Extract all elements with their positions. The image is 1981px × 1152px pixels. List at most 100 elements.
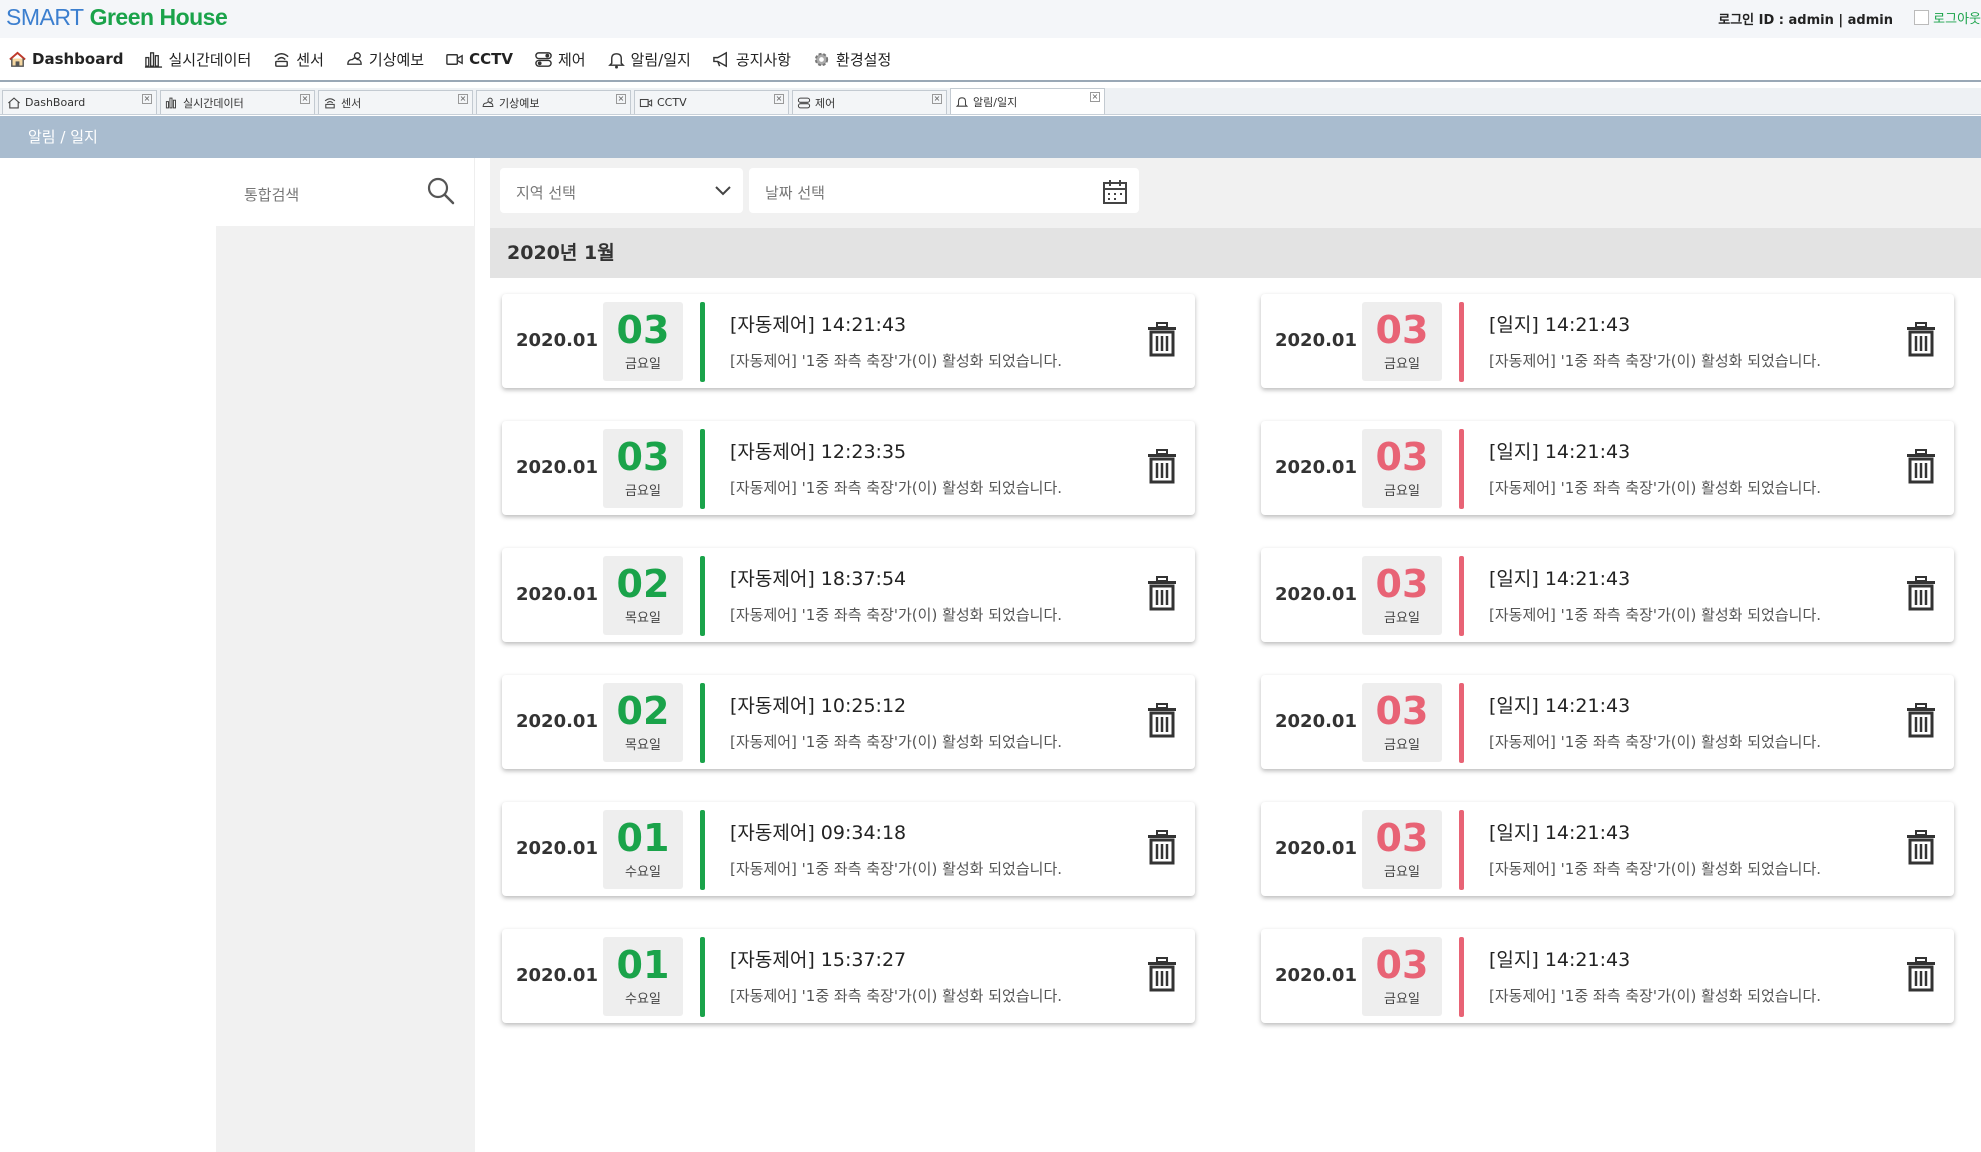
tab-realtime[interactable]: 실시간데이터 × xyxy=(160,90,315,114)
card-message: [자동제어] '1중 좌측 축장'가(이) 활성화 되었습니다. xyxy=(730,479,1063,497)
log-card[interactable]: 2020.01 03 금요일 [일지] 14:21:43 [자동제어] '1중 … xyxy=(1261,421,1954,515)
log-card[interactable]: 2020.01 03 금요일 [일지] 14:21:43 [자동제어] '1중 … xyxy=(1261,929,1954,1023)
menu-item-sensor[interactable]: 센서 xyxy=(272,49,324,70)
control-icon xyxy=(535,51,552,67)
menu-item-settings[interactable]: 환경설정 xyxy=(812,49,891,70)
menu-label: CCTV xyxy=(469,50,513,68)
card-date-box: 03 금요일 xyxy=(1362,810,1442,889)
card-accent-bar xyxy=(1459,429,1464,509)
menu-item-control[interactable]: 제어 xyxy=(534,49,586,70)
control-icon xyxy=(797,97,811,108)
trash-icon[interactable] xyxy=(1145,322,1179,358)
log-card[interactable]: 2020.01 02 목요일 [자동제어] 10:25:12 [자동제어] '1… xyxy=(502,675,1195,769)
card-weekday: 수요일 xyxy=(625,992,661,1007)
menu-item-realtime[interactable]: 실시간데이터 xyxy=(144,49,251,70)
tab-weather[interactable]: 기상예보 × xyxy=(476,90,631,114)
card-day: 03 xyxy=(1375,308,1429,352)
search-panel: 통합검색 xyxy=(216,158,475,1152)
close-icon[interactable]: × xyxy=(300,94,310,104)
bell-icon xyxy=(607,52,625,69)
menu-item-notice[interactable]: 공지사항 xyxy=(712,49,791,70)
calendar-icon[interactable] xyxy=(1101,178,1129,206)
tab-label: CCTV xyxy=(657,96,687,109)
search-icon[interactable] xyxy=(426,176,456,206)
card-accent-bar xyxy=(700,429,705,509)
card-title: [자동제어] 18:37:54 xyxy=(730,568,907,590)
card-title: [자동제어] 10:25:12 xyxy=(730,695,907,717)
menu-item-dashboard[interactable]: Dashboard xyxy=(8,50,123,69)
logout-button[interactable]: 로그아웃 xyxy=(1914,8,1981,27)
date-picker[interactable]: 날짜 선택 xyxy=(749,168,1139,213)
card-year-month: 2020.01 xyxy=(516,838,598,859)
tab-alerts[interactable]: 알림/일지 × xyxy=(950,88,1105,114)
trash-icon[interactable] xyxy=(1904,703,1938,739)
card-title: [자동제어] 14:21:43 xyxy=(730,314,907,336)
log-card[interactable]: 2020.01 03 금요일 [일지] 14:21:43 [자동제어] '1중 … xyxy=(1261,548,1954,642)
trash-icon[interactable] xyxy=(1904,322,1938,358)
tab-strip: DashBoard × 실시간데이터 × 센서 × 기상예보 × CCTV × … xyxy=(0,88,1981,115)
close-icon[interactable]: × xyxy=(142,94,152,104)
trash-icon[interactable] xyxy=(1904,830,1938,866)
card-message: [자동제어] '1중 좌측 축장'가(이) 활성화 되었습니다. xyxy=(1489,352,1822,370)
app-logo[interactable]: SMART Green House xyxy=(6,4,228,31)
card-title: [자동제어] 12:23:35 xyxy=(730,441,907,463)
trash-icon[interactable] xyxy=(1904,576,1938,612)
log-card[interactable]: 2020.01 03 금요일 [일지] 14:21:43 [자동제어] '1중 … xyxy=(1261,802,1954,896)
trash-icon[interactable] xyxy=(1904,957,1938,993)
menu-item-weather[interactable]: 기상예보 xyxy=(345,49,424,70)
trash-icon[interactable] xyxy=(1145,703,1179,739)
close-icon[interactable]: × xyxy=(1090,92,1100,102)
tab-label: 실시간데이터 xyxy=(183,96,244,110)
log-card[interactable]: 2020.01 01 수요일 [자동제어] 09:34:18 [자동제어] '1… xyxy=(502,802,1195,896)
trash-icon[interactable] xyxy=(1145,576,1179,612)
auto-control-list: 2020.01 03 금요일 [자동제어] 14:21:43 [자동제어] '1… xyxy=(502,294,1195,1056)
tab-control[interactable]: 제어 × xyxy=(792,90,947,114)
month-header: 2020년 1월 xyxy=(490,228,1981,278)
card-date-box: 02 목요일 xyxy=(603,556,683,635)
close-icon[interactable]: × xyxy=(774,94,784,104)
card-message: [자동제어] '1중 좌측 축장'가(이) 활성화 되었습니다. xyxy=(1489,479,1822,497)
close-icon[interactable]: × xyxy=(616,94,626,104)
tab-label: 센서 xyxy=(341,96,362,110)
card-title: [일지] 14:21:43 xyxy=(1489,822,1631,844)
log-card[interactable]: 2020.01 03 금요일 [자동제어] 14:21:43 [자동제어] '1… xyxy=(502,294,1195,388)
tab-dashboard[interactable]: DashBoard × xyxy=(2,90,157,114)
home-icon xyxy=(9,51,26,67)
log-card[interactable]: 2020.01 02 목요일 [자동제어] 18:37:54 [자동제어] '1… xyxy=(502,548,1195,642)
card-accent-bar xyxy=(700,683,705,763)
trash-icon[interactable] xyxy=(1145,830,1179,866)
journal-list: 2020.01 03 금요일 [일지] 14:21:43 [자동제어] '1중 … xyxy=(1261,294,1954,1056)
close-icon[interactable]: × xyxy=(458,94,468,104)
card-weekday: 목요일 xyxy=(625,611,661,626)
card-weekday: 금요일 xyxy=(1384,738,1420,753)
card-message: [자동제어] '1중 좌측 축장'가(이) 활성화 되었습니다. xyxy=(1489,860,1822,878)
bar-chart-icon xyxy=(145,51,163,68)
close-icon[interactable]: × xyxy=(932,94,942,104)
card-date-box: 03 금요일 xyxy=(1362,556,1442,635)
tab-sensor[interactable]: 센서 × xyxy=(318,90,473,114)
tab-cctv[interactable]: CCTV × xyxy=(634,90,789,114)
menu-item-alerts[interactable]: 알림/일지 xyxy=(607,49,691,70)
weather-icon xyxy=(347,51,362,65)
log-card[interactable]: 2020.01 03 금요일 [일지] 14:21:43 [자동제어] '1중 … xyxy=(1261,675,1954,769)
card-accent-bar xyxy=(700,937,705,1017)
log-card[interactable]: 2020.01 01 수요일 [자동제어] 15:37:27 [자동제어] '1… xyxy=(502,929,1195,1023)
region-select[interactable]: 지역 선택 xyxy=(500,168,743,213)
card-weekday: 금요일 xyxy=(1384,357,1420,372)
card-message: [자동제어] '1중 좌측 축장'가(이) 활성화 되었습니다. xyxy=(730,606,1063,624)
log-card[interactable]: 2020.01 03 금요일 [일지] 14:21:43 [자동제어] '1중 … xyxy=(1261,294,1954,388)
card-title: [일지] 14:21:43 xyxy=(1489,441,1631,463)
card-accent-bar xyxy=(1459,937,1464,1017)
card-date-box: 03 금요일 xyxy=(1362,937,1442,1016)
search-input[interactable]: 통합검색 xyxy=(216,158,475,226)
card-date-box: 03 금요일 xyxy=(1362,429,1442,508)
logo-smart: SMART xyxy=(6,4,84,30)
log-card[interactable]: 2020.01 03 금요일 [자동제어] 12:23:35 [자동제어] '1… xyxy=(502,421,1195,515)
search-placeholder: 통합검색 xyxy=(244,186,300,204)
bell-icon xyxy=(955,96,969,107)
card-message: [자동제어] '1중 좌측 축장'가(이) 활성화 되었습니다. xyxy=(1489,987,1822,1005)
menu-item-cctv[interactable]: CCTV xyxy=(445,50,513,69)
trash-icon[interactable] xyxy=(1904,449,1938,485)
trash-icon[interactable] xyxy=(1145,449,1179,485)
trash-icon[interactable] xyxy=(1145,957,1179,993)
